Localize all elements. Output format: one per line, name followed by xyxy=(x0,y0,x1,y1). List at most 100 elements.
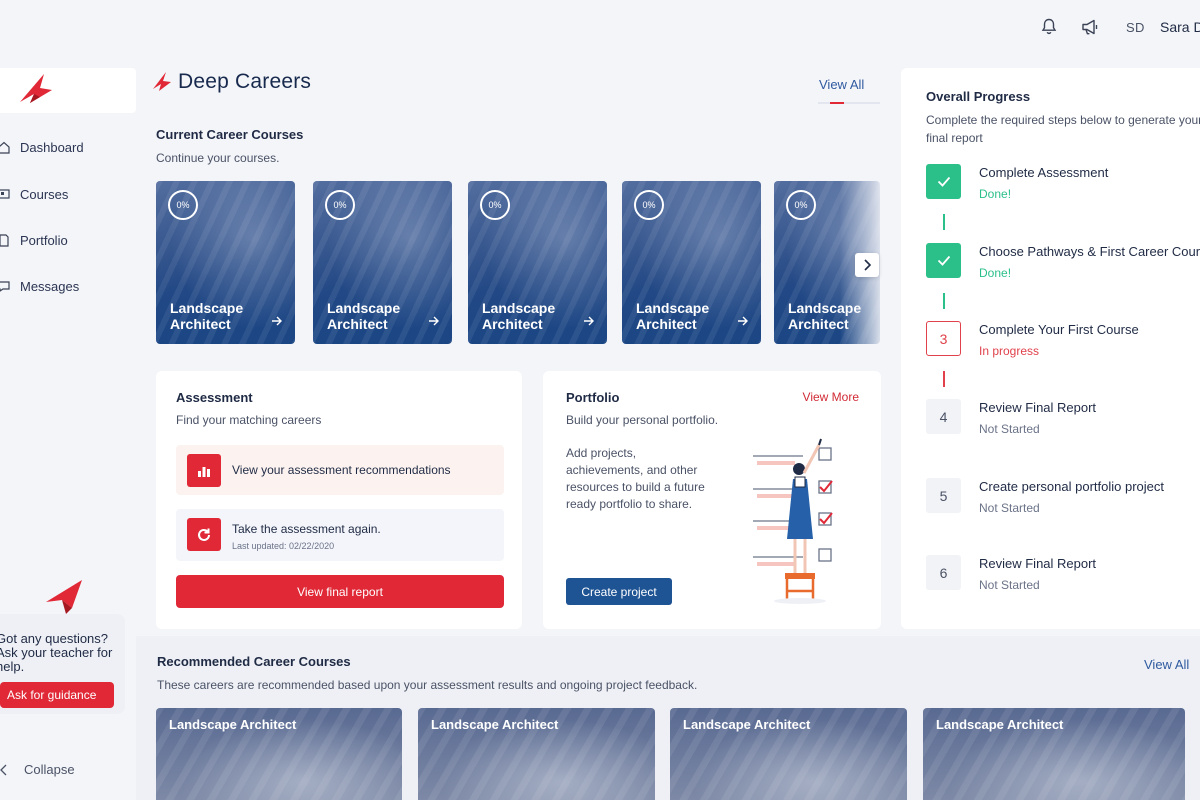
paper-plane-icon xyxy=(46,580,82,614)
arrow-right-icon xyxy=(584,316,594,326)
overall-progress-panel: Overall Progress Complete the required s… xyxy=(901,68,1200,629)
sidebar-item-courses[interactable]: Courses xyxy=(0,182,68,206)
ask-for-guidance-button[interactable]: Ask for guidance xyxy=(0,682,114,708)
app-logo[interactable] xyxy=(0,68,136,113)
book-icon xyxy=(0,187,12,201)
step-connector xyxy=(943,293,945,309)
step-title: Complete Your First Course xyxy=(979,322,1139,337)
course-title: Landscape Architect xyxy=(636,300,710,332)
course-card[interactable]: 0% Landscape Architect xyxy=(313,181,452,344)
sidebar-item-dashboard[interactable]: Dashboard xyxy=(0,135,84,159)
carousel-next-button[interactable] xyxy=(855,253,879,277)
sidebar-item-label: Dashboard xyxy=(20,139,84,155)
last-updated: Last updated: 02/22/2020 xyxy=(232,541,335,551)
progress-badge: 0% xyxy=(168,190,198,220)
checklist-illustration xyxy=(753,438,833,604)
chevron-right-icon xyxy=(864,259,871,271)
user-initials[interactable]: SD xyxy=(1126,20,1145,35)
step-title: Choose Pathways & First Career Course xyxy=(979,244,1200,259)
progress-badge: 0% xyxy=(634,190,664,220)
progress-badge: 0% xyxy=(325,190,355,220)
check-icon xyxy=(926,243,961,278)
page-title: Deep Careers xyxy=(152,70,311,94)
help-text: Got any questions? Ask your teacher for … xyxy=(0,631,113,674)
course-card[interactable]: 0% Landscape Architect xyxy=(622,181,761,344)
current-courses-title: Current Career Courses xyxy=(156,127,304,142)
sidebar-item-portfolio[interactable]: Portfolio xyxy=(0,228,68,252)
progress-step[interactable]: 3 Complete Your First Course In progress xyxy=(926,321,1200,361)
recommendations-label: View your assessment recommendations xyxy=(232,463,451,477)
arrow-right-icon xyxy=(272,316,282,326)
course-card[interactable]: 0% Landscape Architect xyxy=(156,181,295,344)
recommended-course-card[interactable]: Landscape Architect xyxy=(670,708,907,800)
step-status: Not Started xyxy=(979,501,1040,515)
step-number: 3 xyxy=(926,321,961,356)
home-icon xyxy=(0,140,12,154)
brand-name: Deep Careers xyxy=(178,70,312,93)
sidebar-item-label: Courses xyxy=(20,186,69,202)
step-number: 5 xyxy=(926,478,961,513)
view-more-link[interactable]: View More xyxy=(803,390,859,404)
recommended-title: Recommended Career Courses xyxy=(157,654,351,669)
course-card[interactable]: 0% Landscape Architect xyxy=(468,181,607,344)
brand-logo-icon xyxy=(153,72,171,91)
user-name[interactable]: Sara D xyxy=(1160,19,1200,35)
arrow-right-icon xyxy=(429,316,439,326)
step-status: Done! xyxy=(979,266,1012,280)
assessment-recommendations-row[interactable]: View your assessment recommendations xyxy=(176,445,504,495)
sidebar-item-label: Messages xyxy=(20,278,80,294)
chat-icon xyxy=(0,279,12,293)
recommended-course-card[interactable]: Landscape Architect xyxy=(156,708,402,800)
step-title: Review Final Report xyxy=(979,556,1097,571)
check-icon xyxy=(926,164,961,199)
course-title: Landscape Architect xyxy=(936,717,1064,732)
retake-assessment-row[interactable]: Take the assessment again. Last updated:… xyxy=(176,509,504,561)
progress-step[interactable]: 5 Create personal portfolio project Not … xyxy=(926,478,1200,518)
course-title: Landscape Architect xyxy=(169,717,297,732)
help-box: Got any questions? Ask your teacher for … xyxy=(0,580,125,714)
collapse-label: Collapse xyxy=(24,762,75,777)
course-title: Landscape Architect xyxy=(482,300,556,332)
portfolio-description: Add projects, achievements, and other re… xyxy=(566,446,705,511)
course-title: Landscape Architect xyxy=(683,717,811,732)
recommended-course-card[interactable]: Landscape Architect xyxy=(418,708,655,800)
step-number: 6 xyxy=(926,555,961,590)
step-number: 4 xyxy=(926,399,961,434)
assessment-panel: Assessment Find your matching careers Vi… xyxy=(156,371,522,629)
overall-progress-title: Overall Progress xyxy=(926,89,1031,104)
current-courses-subtitle: Continue your courses. xyxy=(156,151,280,165)
collapse-button[interactable]: Collapse xyxy=(0,762,75,777)
step-status: Done! xyxy=(979,187,1012,201)
step-status: Not Started xyxy=(979,422,1040,436)
view-final-report-button[interactable]: View final report xyxy=(176,575,504,608)
step-title: Review Final Report xyxy=(979,400,1097,415)
progress-badge: 0% xyxy=(480,190,510,220)
bell-icon[interactable] xyxy=(1038,16,1060,38)
recommended-subtitle: These careers are recommended based upon… xyxy=(157,678,698,692)
course-title: Landscape Architect xyxy=(431,717,559,732)
create-project-button[interactable]: Create project xyxy=(566,578,672,605)
logo-icon xyxy=(20,74,52,103)
step-connector xyxy=(943,214,945,230)
assessment-subtitle: Find your matching careers xyxy=(176,413,322,427)
step-connector xyxy=(943,371,945,387)
progress-step[interactable]: 6 Review Final Report Not Started xyxy=(926,555,1200,595)
progress-step[interactable]: 4 Review Final Report Not Started xyxy=(926,399,1200,439)
view-all-link[interactable]: View All xyxy=(819,77,864,92)
bar-chart-icon xyxy=(187,454,221,487)
sidebar-item-messages[interactable]: Messages xyxy=(0,274,79,298)
progress-step[interactable]: Complete Assessment Done! xyxy=(926,164,1200,204)
progress-step[interactable]: Choose Pathways & First Career Course Do… xyxy=(926,243,1200,283)
megaphone-icon[interactable] xyxy=(1080,16,1102,38)
step-title: Create personal portfolio project xyxy=(979,479,1164,494)
arrow-right-icon xyxy=(738,316,748,326)
recommended-view-all-link[interactable]: View All xyxy=(1144,657,1189,672)
portfolio-panel: Portfolio View More Build your personal … xyxy=(543,371,881,629)
top-bar: SD Sara D xyxy=(0,0,1200,56)
overall-progress-description: Complete the required steps below to gen… xyxy=(926,113,1200,145)
sidebar-item-label: Portfolio xyxy=(20,232,68,248)
progress-badge: 0% xyxy=(786,190,816,220)
document-icon xyxy=(0,233,12,247)
course-title: Landscape Architect xyxy=(327,300,401,332)
recommended-course-card[interactable]: Landscape Architect xyxy=(923,708,1185,800)
